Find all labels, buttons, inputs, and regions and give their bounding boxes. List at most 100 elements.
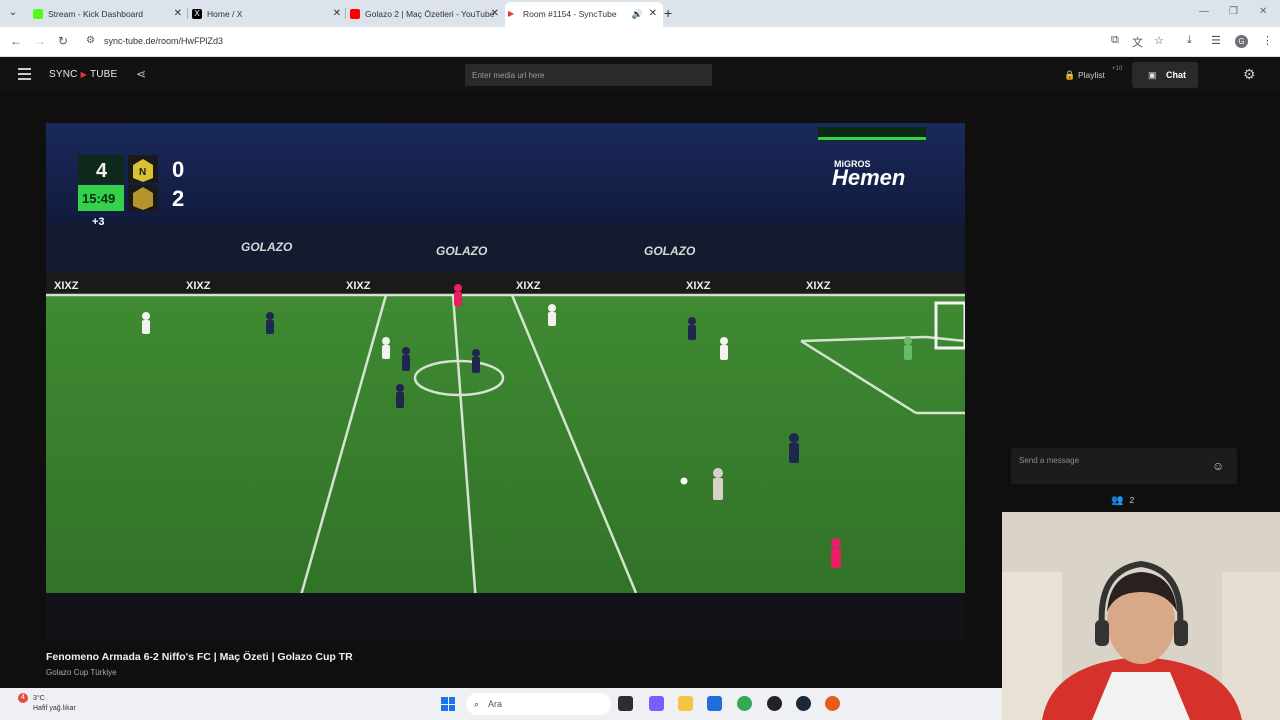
taskbar-search-label: Ara: [488, 699, 503, 709]
ad-board-text: XIXZ: [186, 280, 211, 292]
away-score: 2: [172, 186, 184, 211]
copilot-icon[interactable]: [649, 696, 664, 711]
tab-title: Room #1154 - SyncTube: [523, 9, 617, 19]
viewer-count[interactable]: 👥 2: [1111, 495, 1134, 506]
chat-button[interactable]: ▣ Chat: [1132, 62, 1198, 88]
profile-avatar[interactable]: G: [1235, 35, 1248, 48]
foreground-crowd: [46, 593, 965, 640]
home-score: 0: [172, 157, 184, 182]
back-icon[interactable]: ←: [10, 34, 22, 48]
forward-icon[interactable]: →: [34, 34, 46, 48]
ball: [680, 477, 688, 485]
download-icon[interactable]: ⤓: [1187, 34, 1192, 47]
steam-icon[interactable]: [796, 696, 811, 711]
playlist-label: Playlist: [1078, 70, 1105, 80]
video-title: Fenomeno Armada 6-2 Niffo's FC | Maç Öze…: [46, 651, 353, 663]
youtube-favicon-icon: [350, 9, 360, 19]
tab-divider: [345, 8, 346, 19]
app-icon[interactable]: [825, 696, 840, 711]
ad-board-text: XIXZ: [806, 280, 831, 292]
close-tab-icon[interactable]: ✕: [649, 2, 657, 26]
app-header: SYNC▶TUBE ⋖ 🔒 Playlist +10 ▣ Chat ⚙: [0, 58, 1280, 92]
golazo-board-text: GOLAZO: [436, 244, 488, 258]
added-time: +3: [92, 216, 105, 228]
chrome-icon[interactable]: [737, 696, 752, 711]
video-channel[interactable]: Golazo Cup Türkiye: [46, 668, 117, 677]
media-url-input[interactable]: [465, 64, 712, 86]
x-favicon-icon: X: [192, 9, 202, 19]
stands-wall: [46, 223, 965, 273]
new-tab-button[interactable]: +: [664, 5, 672, 21]
tab-title: Home / X: [207, 9, 243, 19]
browser-menu-icon[interactable]: ⋮: [1262, 34, 1273, 47]
browser-tab-synctube[interactable]: ▶ Room #1154 - SyncTube 🔊 ✕: [505, 2, 663, 27]
golazo-board-text: GOLAZO: [644, 244, 696, 258]
video-player[interactable]: XIXZ XIXZ XIXZ XIXZ XIXZ XIXZ GOLAZO GOL…: [46, 123, 965, 640]
hamburger-menu-icon[interactable]: [18, 68, 31, 80]
browser-tab-youtube[interactable]: Golazo 2 | Maç Özetleri - YouTube ✕: [347, 3, 505, 25]
browser-toolbar: ← → ↻ ⚙ sync-tube.de/room/HwFPlZd3 ⧉ 文 ☆…: [0, 27, 1280, 57]
file-explorer-icon[interactable]: [678, 696, 693, 711]
browser-tab-kick[interactable]: Stream - Kick Dashboard ✕: [30, 3, 188, 25]
tab-title: Stream - Kick Dashboard: [48, 9, 143, 19]
golazo-board-text: GOLAZO: [241, 240, 293, 254]
share-icon[interactable]: ⋖: [136, 67, 146, 81]
headset-earcup: [1095, 620, 1109, 646]
lock-icon: 🔒: [1064, 70, 1076, 80]
playlist-button[interactable]: 🔒 Playlist +10: [1060, 66, 1122, 84]
cast-icon[interactable]: ⧉: [1111, 34, 1119, 47]
windows-start-icon[interactable]: [441, 697, 455, 711]
close-tab-icon[interactable]: ✕: [491, 3, 499, 25]
synctube-logo[interactable]: SYNC ▶ TUBE: [49, 69, 117, 80]
bookmark-star-icon[interactable]: ☆: [1154, 34, 1164, 47]
chat-message-input[interactable]: [1011, 448, 1237, 484]
ad-board-text: XIXZ: [516, 280, 541, 292]
playlist-count: +10: [1112, 66, 1123, 72]
close-tab-icon[interactable]: ✕: [333, 3, 341, 25]
home-team-logo-icon: 4: [96, 160, 108, 182]
logo-tube: TUBE: [89, 69, 118, 80]
ad-board-text: XIXZ: [346, 280, 371, 292]
logo-play-icon: ▶: [80, 70, 87, 79]
audio-playing-icon[interactable]: 🔊: [632, 2, 643, 26]
task-view-icon[interactable]: [618, 696, 633, 711]
os-taskbar: 4 3°C Hafif yağ.lıkar ⌕ Ara: [0, 688, 1002, 720]
browser-tab-x[interactable]: X Home / X ✕: [189, 3, 347, 25]
kick-favicon-icon: [33, 9, 43, 19]
settings-gear-icon[interactable]: ⚙: [1243, 66, 1256, 83]
match-clock: 15:49: [82, 191, 115, 206]
restore-icon[interactable]: ❐: [1229, 6, 1238, 17]
webcam-overlay: [1002, 512, 1280, 720]
obs-icon[interactable]: [767, 696, 782, 711]
reload-icon[interactable]: ↻: [58, 34, 68, 48]
ad-board-text: XIXZ: [54, 280, 79, 292]
weather-widget[interactable]: 3°C Hafif yağ.lıkar: [33, 694, 76, 714]
close-tab-icon[interactable]: ✕: [174, 3, 182, 25]
translate-icon[interactable]: 文: [1132, 34, 1143, 50]
search-icon: ⌕: [474, 699, 480, 709]
users-icon: 👥: [1111, 495, 1124, 506]
niffos-badge-letter: N: [139, 167, 146, 178]
site-info-icon[interactable]: ⚙: [86, 35, 95, 46]
store-icon[interactable]: [707, 696, 722, 711]
weather-desc: Hafif yağ.lıkar: [33, 705, 76, 712]
browser-tab-strip: ⌄ Stream - Kick Dashboard ✕ X Home / X ✕…: [0, 0, 1280, 27]
sponsor-main-text: Hemen: [832, 165, 905, 190]
chat-label: Chat: [1166, 70, 1186, 80]
pitch: [46, 295, 965, 640]
weather-temp: 3°C: [33, 695, 45, 702]
logo-sync: SYNC: [49, 69, 78, 80]
ad-board-text: XIXZ: [686, 280, 711, 292]
synctube-favicon-icon: ▶: [508, 9, 515, 18]
tab-title: Golazo 2 | Maç Özetleri - YouTube: [365, 9, 495, 19]
emoji-icon[interactable]: ☺: [1212, 459, 1224, 473]
tab-divider: [187, 8, 188, 19]
address-bar-url[interactable]: sync-tube.de/room/HwFPlZd3: [104, 36, 223, 46]
taskbar-search[interactable]: ⌕ Ara: [466, 693, 611, 715]
close-window-icon[interactable]: ✕: [1259, 6, 1267, 17]
headset-earcup: [1174, 620, 1188, 646]
minimize-icon[interactable]: —: [1199, 6, 1209, 17]
tab-search-icon[interactable]: ⌄: [6, 6, 20, 20]
chat-bubble-icon: ▣: [1148, 70, 1157, 80]
reading-list-icon[interactable]: ☰: [1211, 34, 1221, 47]
